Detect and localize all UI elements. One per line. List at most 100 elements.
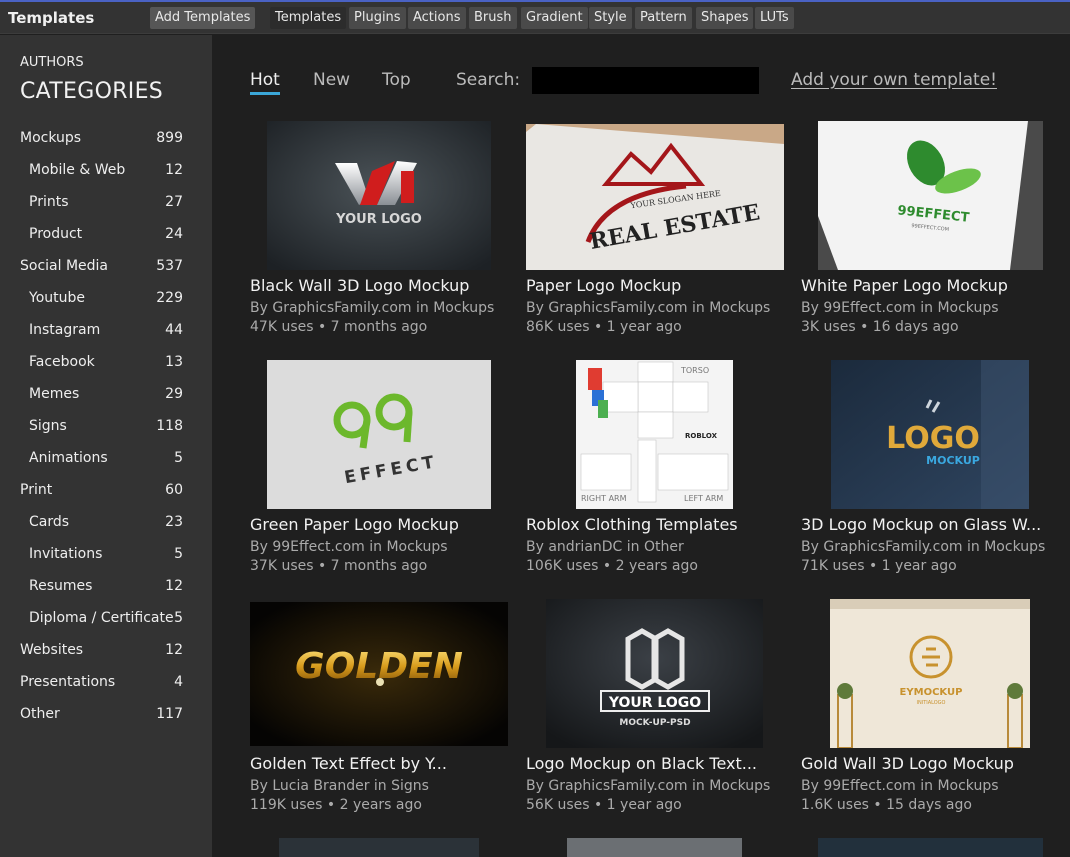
template-author: By andrianDC in Other: [526, 539, 684, 555]
sidebar-item-label: Mobile & Web: [29, 162, 126, 178]
template-title[interactable]: White Paper Logo Mockup: [801, 276, 1063, 295]
sidebar-item-count: 117: [156, 706, 183, 722]
template-title[interactable]: Roblox Clothing Templates: [526, 515, 788, 534]
sidebar-item-social-media[interactable]: Social Media 537: [0, 258, 212, 282]
template-uses: 47K uses • 7 months ago: [250, 319, 428, 335]
sidebar-item-label: Social Media: [20, 258, 109, 274]
tab-brush[interactable]: Brush: [469, 7, 517, 29]
tab-gradient[interactable]: Gradient: [521, 7, 588, 29]
sidebar-item-count: 5: [174, 546, 183, 562]
gold-wall-logo-image: EYMOCKUP INITIALOGO: [830, 599, 1030, 748]
golden-text-image: GOLDEN: [250, 602, 508, 746]
sort-tab-new[interactable]: New: [313, 70, 350, 90]
template-title[interactable]: Paper Logo Mockup: [526, 276, 788, 295]
tab-plugins[interactable]: Plugins: [349, 7, 406, 29]
template-thumbnail[interactable]: YOUR LOGO: [267, 121, 491, 270]
template-thumbnail[interactable]: LOGO MOCKUP: [831, 360, 1029, 509]
sidebar-item-instagram[interactable]: Instagram 44: [0, 322, 212, 346]
template-thumbnail[interactable]: YOUR LOGO MOCK-UP-PSD: [546, 599, 763, 748]
svg-text:YOUR LOGO: YOUR LOGO: [335, 212, 422, 227]
sidebar-item-count: 29: [165, 386, 183, 402]
sidebar-item-count: 12: [165, 162, 183, 178]
template-thumbnail-partial[interactable]: [279, 838, 479, 857]
template-thumbnail[interactable]: EYMOCKUP INITIALOGO: [830, 599, 1030, 748]
sidebar-item-product[interactable]: Product 24: [0, 226, 212, 250]
sidebar-item-count: 27: [165, 194, 183, 210]
sidebar-item-label: Prints: [29, 194, 69, 210]
sidebar-item-label: Facebook: [29, 354, 95, 370]
sidebar-item-count: 899: [156, 130, 183, 146]
sidebar-item-count: 5: [174, 450, 183, 466]
sidebar-item-count: 229: [156, 290, 183, 306]
sidebar-item-count: 4: [174, 674, 183, 690]
sidebar-item-count: 537: [156, 258, 183, 274]
template-thumbnail[interactable]: GOLDEN: [250, 602, 508, 746]
sidebar-item-mockups[interactable]: Mockups 899: [0, 130, 212, 154]
sidebar-item-websites[interactable]: Websites 12: [0, 642, 212, 666]
sidebar-item-label: Other: [20, 706, 60, 722]
sidebar-item-label: Mockups: [20, 130, 82, 146]
template-title[interactable]: Green Paper Logo Mockup: [250, 515, 512, 534]
template-title[interactable]: Gold Wall 3D Logo Mockup: [801, 754, 1063, 773]
tab-luts[interactable]: LUTs: [755, 7, 794, 29]
template-thumbnail[interactable]: EFFECT: [267, 360, 491, 509]
template-thumbnail[interactable]: YOUR SLOGAN HERE REAL ESTATE: [526, 124, 784, 270]
template-title[interactable]: Golden Text Effect by Y...: [250, 754, 512, 773]
sidebar-item-youtube[interactable]: Youtube 229: [0, 290, 212, 314]
sidebar-item-label: Diploma / Certificate: [29, 610, 174, 626]
sidebar-item-print[interactable]: Print 60: [0, 482, 212, 506]
sidebar-item-prints[interactable]: Prints 27: [0, 194, 212, 218]
sidebar-item-count: 13: [165, 354, 183, 370]
black-wall-logo-image: YOUR LOGO: [267, 121, 491, 270]
tab-actions[interactable]: Actions: [408, 7, 466, 29]
search-input[interactable]: [532, 67, 759, 94]
template-author: By 99Effect.com in Mockups: [801, 778, 999, 794]
sidebar-item-cards[interactable]: Cards 23: [0, 514, 212, 538]
sidebar-item-facebook[interactable]: Facebook 13: [0, 354, 212, 378]
window-title: Templates: [8, 9, 95, 27]
tab-shapes[interactable]: Shapes: [696, 7, 754, 29]
sidebar-item-label: Websites: [20, 642, 84, 658]
sidebar-item-count: 60: [165, 482, 183, 498]
sort-tab-hot[interactable]: Hot: [250, 70, 280, 95]
tab-pattern[interactable]: Pattern: [635, 7, 692, 29]
tab-templates[interactable]: Templates: [270, 7, 347, 29]
template-uses: 1.6K uses • 15 days ago: [801, 797, 972, 813]
template-title[interactable]: Logo Mockup on Black Text...: [526, 754, 788, 773]
template-thumbnail[interactable]: TORSO ROBLOX RIGHT ARM LEFT ARM: [576, 360, 733, 509]
sidebar-item-resumes[interactable]: Resumes 12: [0, 578, 212, 602]
sidebar-item-signs[interactable]: Signs 118: [0, 418, 212, 442]
template-uses: 119K uses • 2 years ago: [250, 797, 422, 813]
template-uses: 3K uses • 16 days ago: [801, 319, 959, 335]
add-own-template-link[interactable]: Add your own template!: [791, 70, 997, 90]
sidebar-item-other[interactable]: Other 117: [0, 706, 212, 730]
template-title[interactable]: Black Wall 3D Logo Mockup: [250, 276, 512, 295]
svg-text:INITIALOGO: INITIALOGO: [917, 700, 946, 706]
sidebar: AUTHORS CATEGORIES Mockups 899 Mobile & W…: [0, 35, 212, 857]
tab-style[interactable]: Style: [589, 7, 632, 29]
svg-text:MOCK-UP-PSD: MOCK-UP-PSD: [619, 718, 690, 728]
template-uses: 37K uses • 7 months ago: [250, 558, 428, 574]
template-author: By 99Effect.com in Mockups: [250, 539, 448, 555]
sidebar-item-invitations[interactable]: Invitations 5: [0, 546, 212, 570]
template-thumbnail-partial[interactable]: [818, 838, 1043, 857]
template-author: By GraphicsFamily.com in Mockups: [801, 539, 1046, 555]
sidebar-item-memes[interactable]: Memes 29: [0, 386, 212, 410]
authors-link[interactable]: AUTHORS: [20, 55, 84, 70]
black-texture-logo-image: YOUR LOGO MOCK-UP-PSD: [546, 599, 763, 748]
sidebar-item-label: Resumes: [29, 578, 93, 594]
sort-tab-top[interactable]: Top: [382, 70, 411, 90]
template-uses: 86K uses • 1 year ago: [526, 319, 682, 335]
sidebar-item-mobile-web[interactable]: Mobile & Web 12: [0, 162, 212, 186]
add-templates-button[interactable]: Add Templates: [150, 7, 256, 29]
template-uses: 71K uses • 1 year ago: [801, 558, 957, 574]
template-title[interactable]: 3D Logo Mockup on Glass W...: [801, 515, 1063, 534]
sidebar-item-diploma-certificate[interactable]: Diploma / Certificate 5: [0, 610, 212, 634]
template-thumbnail-partial[interactable]: [567, 838, 742, 857]
sidebar-item-animations[interactable]: Animations 5: [0, 450, 212, 474]
sidebar-item-count: 5: [174, 610, 183, 626]
sidebar-item-label: Cards: [29, 514, 70, 530]
template-thumbnail[interactable]: 99EFFECT 99EFFECT.COM: [818, 121, 1043, 270]
sidebar-item-presentations[interactable]: Presentations 4: [0, 674, 212, 698]
svg-text:TORSO: TORSO: [680, 366, 709, 375]
